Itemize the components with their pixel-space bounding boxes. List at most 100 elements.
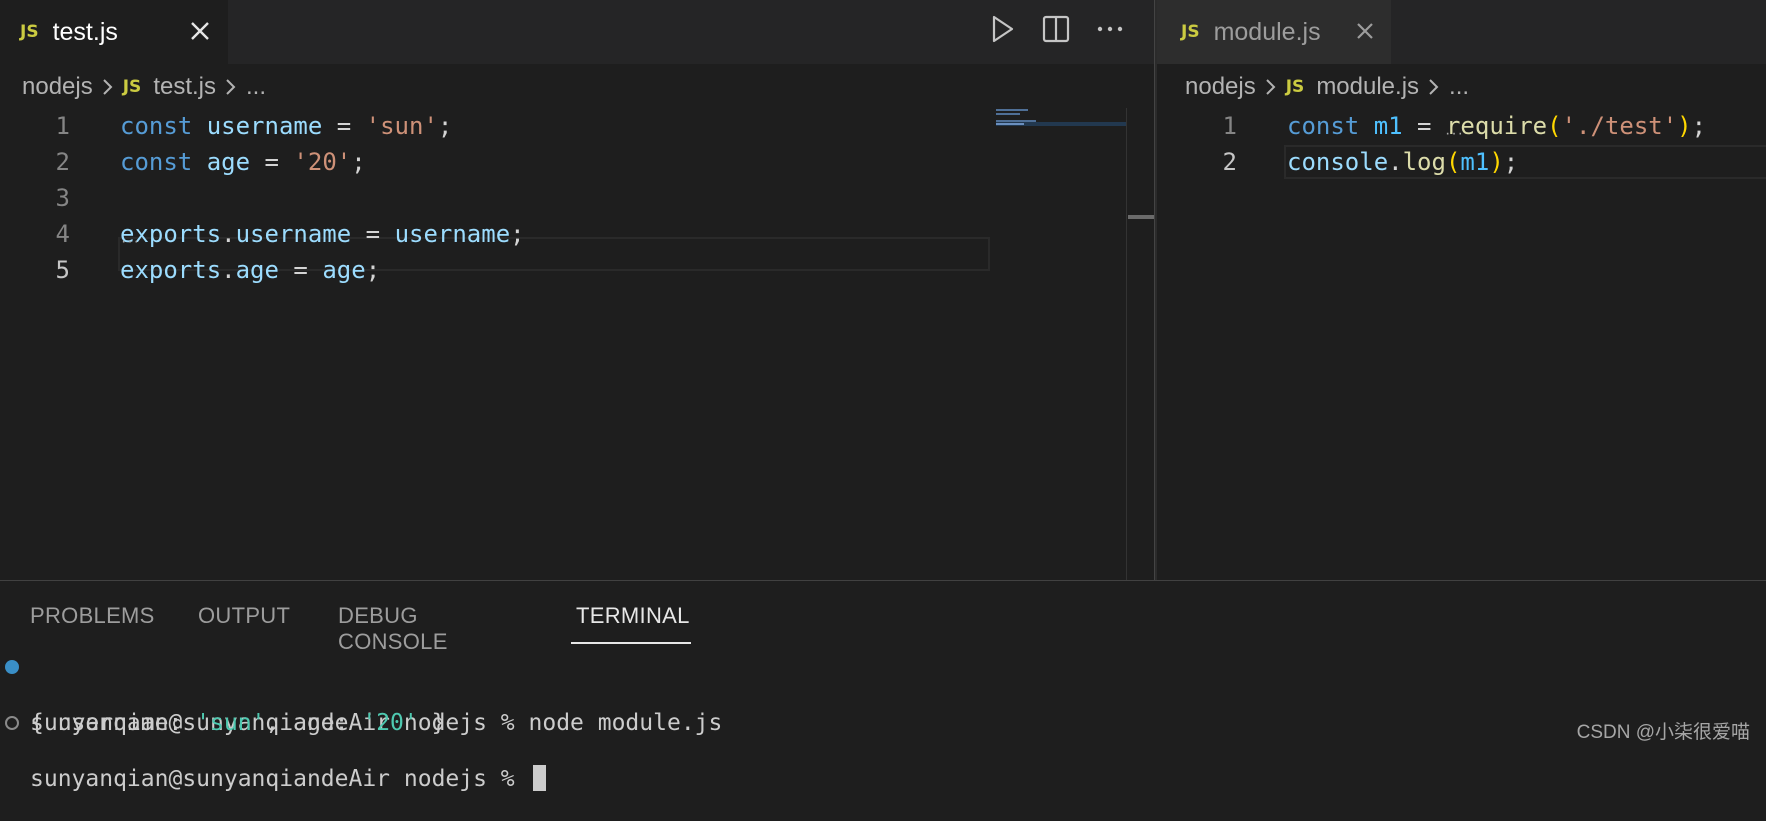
breadcrumb-folder[interactable]: nodejs — [22, 73, 93, 101]
line-number: 4 — [55, 220, 70, 248]
line-number: 2 — [55, 148, 70, 176]
code-text: exports.age = age; — [120, 252, 380, 288]
code-token: log — [1402, 148, 1446, 176]
code-token: './test' — [1561, 112, 1678, 140]
code-token: age — [235, 256, 279, 284]
js-file-icon: JS — [1285, 77, 1305, 97]
code-token: = — [322, 112, 366, 140]
close-icon[interactable] — [1350, 16, 1380, 46]
breadcrumb-file[interactable]: test.js — [153, 73, 216, 101]
terminal-output[interactable]: sunyanqian@sunyanqiandeAir nodejs % node… — [0, 653, 722, 792]
tab-label: test.js — [52, 17, 118, 46]
code-token: ; — [1503, 148, 1519, 176]
code-token: ; — [510, 220, 525, 248]
code-token: age — [322, 256, 366, 284]
command-success-icon[interactable] — [5, 660, 19, 674]
code-token: const — [1287, 112, 1360, 140]
code-text: exports.username = username; — [120, 216, 525, 252]
terminal-line: sunyanqian@sunyanqiandeAir nodejs % node… — [0, 653, 722, 736]
editor-group-right: JS module.js nodejs JS module.js ... 1 co… — [1157, 0, 1766, 580]
vscode-window: JS test.js nodejs JS test.js ... 1 const… — [0, 0, 1766, 792]
tab-module-js[interactable]: JS module.js — [1157, 0, 1391, 64]
code-token: = — [351, 220, 395, 248]
code-text: const m1 = require('./test'); — [1287, 108, 1706, 144]
code-token: 'sun' — [365, 112, 438, 140]
code-text: const username = 'sun'; — [120, 108, 452, 144]
breadcrumb-folder[interactable]: nodejs — [1185, 73, 1256, 101]
scrollbar-thumb[interactable] — [1128, 215, 1154, 219]
tab-terminal[interactable]: TERMINAL — [576, 603, 690, 629]
code-text: const age = '20'; — [120, 144, 366, 180]
play-icon[interactable] — [986, 12, 1018, 46]
more-actions-icon[interactable] — [1094, 12, 1126, 46]
editor-actions — [986, 12, 1126, 46]
result-text: , age: — [265, 710, 363, 736]
active-tab-indicator — [571, 642, 691, 644]
breadcrumb-more[interactable]: ... — [1449, 73, 1469, 101]
terminal-line: sunyanqian@sunyanqiandeAir nodejs % — [0, 709, 546, 792]
tab-output[interactable]: OUTPUT — [198, 603, 290, 629]
line-number: 1 — [55, 112, 70, 140]
terminal-line: { username: 'sun', age: '20' } — [0, 681, 445, 736]
code-token: = — [278, 256, 323, 284]
code-text: console.log(m1); — [1287, 144, 1518, 180]
code-token: m1 — [1373, 112, 1403, 140]
minimap[interactable] — [996, 108, 1126, 138]
breadcrumb: nodejs JS test.js ... — [22, 70, 266, 104]
tab-bar-left: JS test.js — [0, 0, 1154, 64]
code-token: ) — [1677, 112, 1692, 140]
prompt-text: sunyanqian@sunyanqiandeAir nodejs % — [30, 766, 529, 792]
chevron-right-icon — [1264, 77, 1276, 97]
close-icon[interactable] — [185, 16, 215, 46]
code-token: ; — [1691, 112, 1707, 140]
code-token: username — [235, 220, 352, 248]
line-number: 2 — [1222, 148, 1237, 176]
code-token: '20' — [293, 148, 352, 176]
chevron-right-icon — [224, 77, 236, 97]
editor-group-left: JS test.js nodejs JS test.js ... 1 const… — [0, 0, 1154, 580]
line-number: 5 — [55, 256, 70, 284]
tab-test-js[interactable]: JS test.js — [0, 0, 228, 64]
code-token: const — [120, 112, 193, 140]
breadcrumb: nodejs JS module.js ... — [1185, 70, 1469, 104]
code-token: m1 — [1460, 148, 1490, 176]
tab-bar-right: JS module.js — [1157, 0, 1766, 64]
terminal-prompt: sunyanqian@sunyanqiandeAir nodejs % — [30, 765, 546, 793]
terminal-cursor — [532, 765, 546, 791]
code-token: ) — [1489, 148, 1504, 176]
split-editor-icon[interactable] — [1040, 12, 1072, 46]
js-file-icon: JS — [1181, 22, 1200, 42]
code-token: . — [1388, 148, 1403, 176]
line-number: 1 — [1222, 112, 1237, 140]
code-token: ; — [365, 256, 381, 284]
result-string: '20' — [362, 710, 418, 736]
code-token: = — [1402, 112, 1446, 140]
chevron-right-icon — [1427, 77, 1439, 97]
result-string: 'sun' — [196, 710, 266, 736]
code-token: age — [206, 148, 251, 176]
breadcrumb-more[interactable]: ... — [246, 73, 266, 101]
watermark: CSDN @小柒很爱喵 — [1576, 722, 1750, 743]
vertical-scrollbar[interactable] — [1126, 108, 1154, 580]
code-token: ( — [1547, 112, 1562, 140]
hint-dots: ··· — [121, 233, 140, 250]
code-token: . — [221, 220, 236, 248]
js-file-icon: JS — [122, 77, 142, 97]
chevron-right-icon — [101, 77, 113, 97]
hint-dots: ··· — [1445, 125, 1464, 142]
command-pending-icon[interactable] — [5, 716, 19, 730]
tab-problems[interactable]: PROBLEMS — [30, 603, 155, 629]
code-token: . — [221, 256, 236, 284]
result-text: } — [417, 710, 446, 736]
code-token: const — [120, 148, 193, 176]
code-token: ; — [437, 112, 453, 140]
tab-debug-console[interactable]: DEBUG CONSOLE — [338, 603, 448, 655]
bottom-panel: PROBLEMS OUTPUT DEBUG CONSOLE TERMINAL s… — [0, 580, 1766, 792]
js-file-icon: JS — [20, 22, 39, 42]
code-token: username — [206, 112, 323, 140]
breadcrumb-file[interactable]: module.js — [1316, 73, 1419, 101]
code-token: username — [394, 220, 511, 248]
